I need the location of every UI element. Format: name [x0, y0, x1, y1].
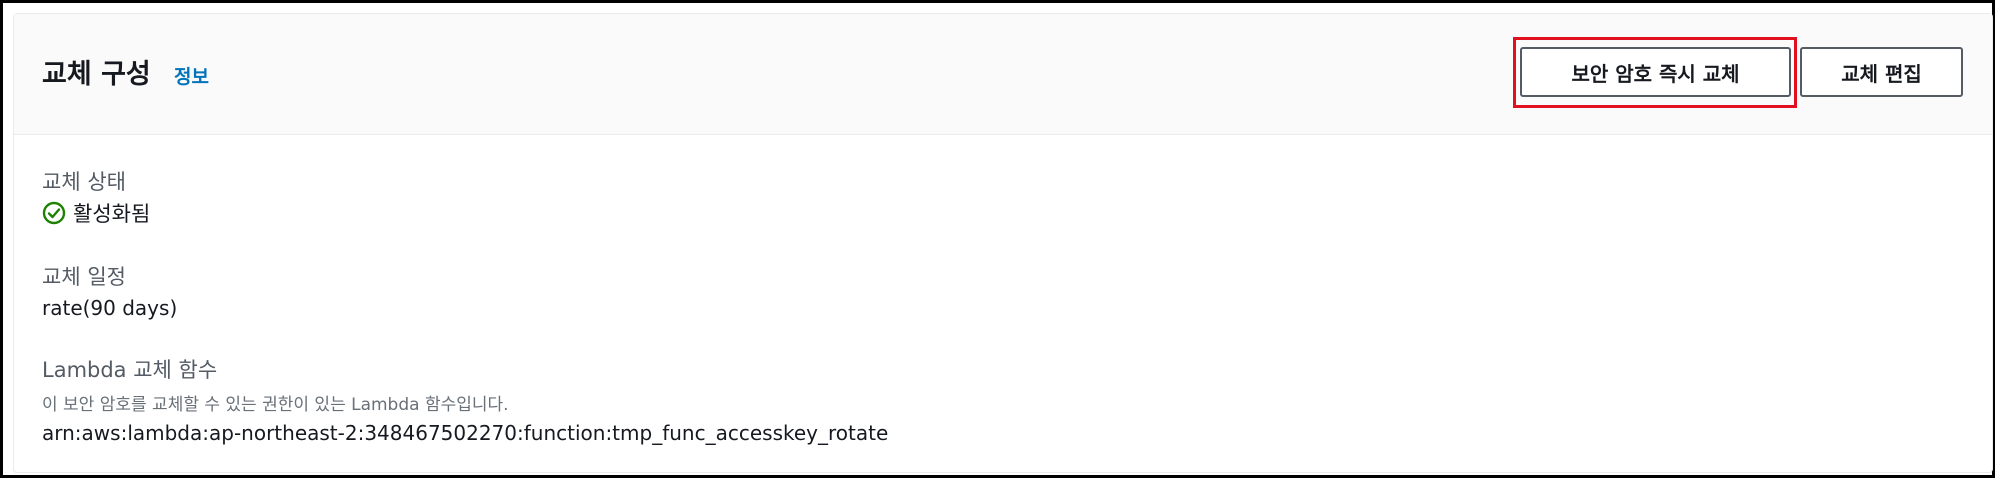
- edit-rotation-button[interactable]: 교체 편집: [1800, 47, 1963, 97]
- lambda-function-arn: arn:aws:lambda:ap-northeast-2:3484675022…: [42, 421, 889, 445]
- screenshot-frame: 교체 구성 정보 보안 암호 즉시 교체 교체 편집 교체 상태 활성화됨 교체…: [0, 0, 1995, 478]
- rotation-status-label: 교체 상태: [42, 170, 126, 194]
- panel-header: 교체 구성 정보 보안 암호 즉시 교체 교체 편집: [14, 14, 1992, 135]
- panel-title: 교체 구성: [42, 59, 151, 90]
- info-link[interactable]: 정보: [174, 62, 209, 89]
- check-circle-icon: [42, 201, 66, 225]
- rotation-schedule-value: rate(90 days): [42, 296, 178, 320]
- rotation-config-panel: 교체 구성 정보 보안 암호 즉시 교체 교체 편집 교체 상태 활성화됨 교체…: [13, 13, 1993, 473]
- rotation-status-value: 활성화됨: [73, 202, 151, 226]
- rotation-status: 활성화됨: [42, 198, 150, 228]
- rotation-schedule-label: 교체 일정: [42, 265, 126, 289]
- lambda-function-label: Lambda 교체 함수: [42, 358, 218, 382]
- rotate-secret-now-button[interactable]: 보안 암호 즉시 교체: [1520, 47, 1791, 97]
- lambda-function-description: 이 보안 암호를 교체할 수 있는 권한이 있는 Lambda 함수입니다.: [42, 395, 509, 415]
